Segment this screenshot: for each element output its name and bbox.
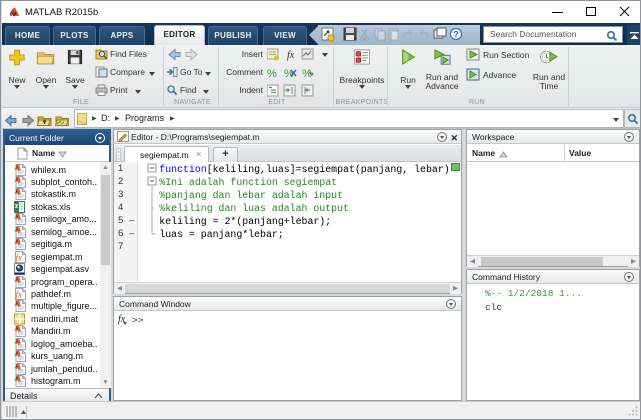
svg-text:fx: fx	[16, 290, 23, 300]
svg-text:%: %	[267, 68, 277, 79]
svg-text:fx: fx	[287, 50, 295, 61]
svg-text:fx: fx	[16, 252, 23, 262]
svg-text:?: ?	[453, 30, 459, 40]
